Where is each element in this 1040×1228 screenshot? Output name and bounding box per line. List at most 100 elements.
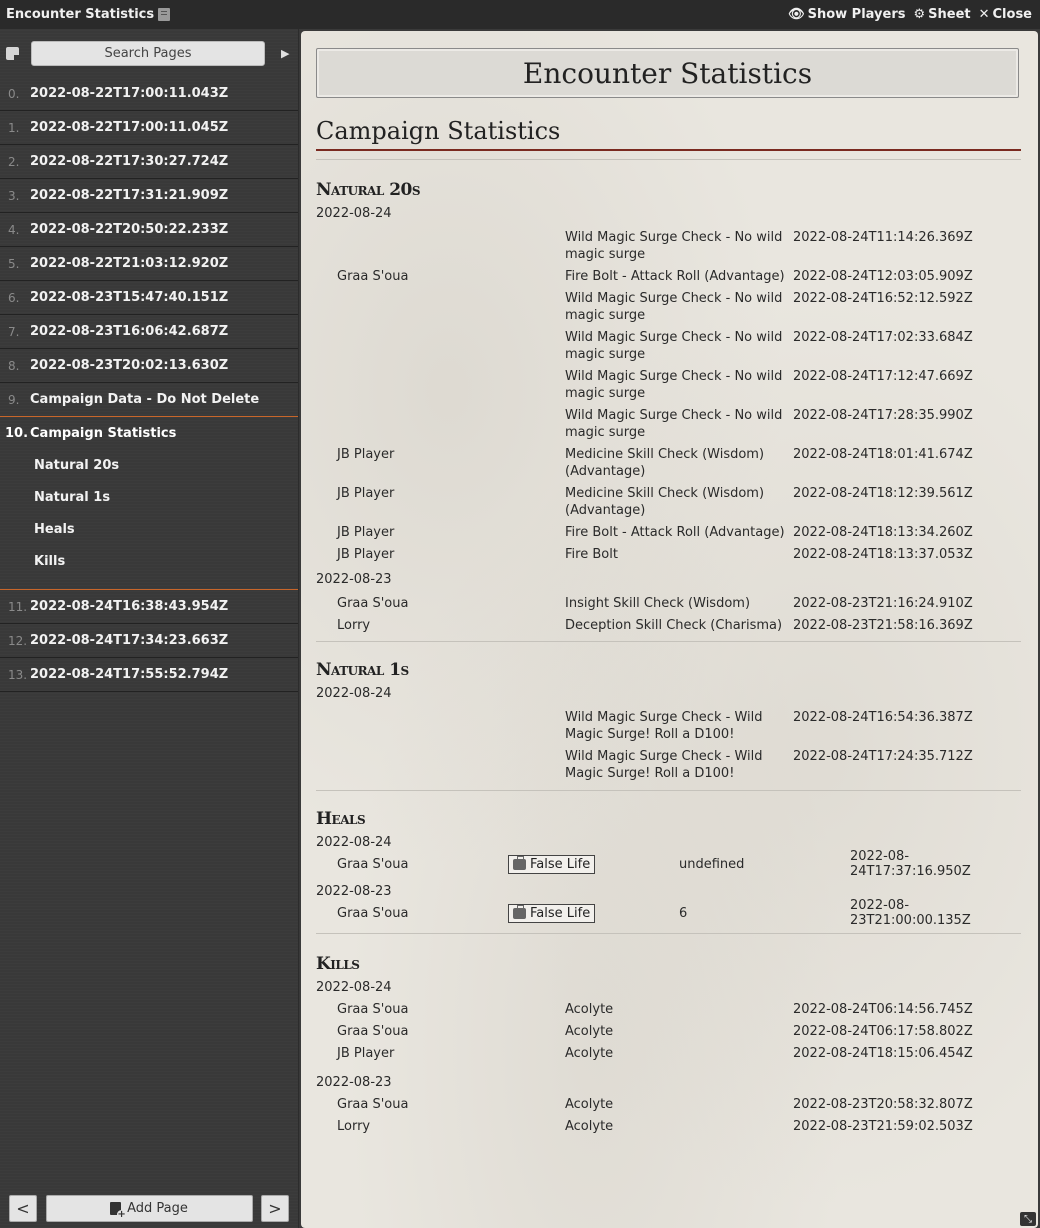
page-label: 2022-08-22T21:03:12.920Z (30, 256, 229, 271)
page-index: 1. (8, 120, 20, 135)
date-label: 2022-08-24 (316, 206, 392, 221)
date-label: 2022-08-23 (316, 572, 392, 587)
next-page-button[interactable]: > (261, 1194, 289, 1222)
timestamp: 2022-08-24T12:03:05.909Z (793, 269, 973, 284)
roll-description: Acolyte (565, 1046, 614, 1061)
page-list-item[interactable]: 11. 2022-08-24T16:38:43.954Z (0, 590, 298, 624)
roll-description: Acolyte (565, 1119, 614, 1134)
timestamp: 2022-08-24T16:54:36.387Z (793, 710, 973, 725)
spell-link[interactable]: False Life (508, 854, 596, 874)
heal-row: Graa S'oua False Life undefined 2022-08-24T… (316, 849, 1021, 879)
page-list-item[interactable]: 7. 2022-08-23T16:06:42.687Z (0, 315, 298, 349)
page-list-item[interactable]: 3. 2022-08-22T17:31:21.909Z (0, 179, 298, 213)
page-list-item[interactable]: 0. 2022-08-22T17:00:11.043Z (0, 77, 298, 111)
gear-icon: ⚙ (913, 7, 926, 22)
timestamp: 2022-08-24T17:12:47.669Z (793, 369, 973, 384)
timestamp: 2022-08-24T18:15:06.454Z (793, 1046, 973, 1061)
page-list-item[interactable]: 2. 2022-08-22T17:30:27.724Z (0, 145, 298, 179)
document-paper[interactable]: Encounter Statistics Campaign Statistics… (301, 31, 1038, 1228)
sheet-label: Sheet (928, 7, 971, 22)
page-list-item[interactable]: 5. 2022-08-22T21:03:12.920Z (0, 247, 298, 281)
page-label: 2022-08-23T20:02:13.630Z (30, 358, 229, 373)
roll-description: Wild Magic Surge Check - No wild magic s… (565, 230, 783, 262)
spell-link[interactable]: False Life (508, 903, 596, 923)
section-heading: Heals (316, 809, 366, 829)
file-plus-icon (110, 1201, 127, 1219)
search-input[interactable] (31, 40, 265, 66)
sidebar-footer: < Add Page > (0, 1188, 298, 1228)
page-list-item[interactable]: 12. 2022-08-24T17:34:23.663Z (0, 624, 298, 658)
prev-page-button[interactable]: < (9, 1194, 37, 1222)
eye-icon: 👁 (788, 7, 805, 22)
character-name: Graa S'oua (337, 905, 409, 921)
roll-description: Wild Magic Surge Check - Wild Magic Surg… (565, 749, 763, 781)
page-label: 2022-08-24T17:55:52.794Z (30, 667, 229, 682)
stat-row: Wild Magic Surge Check - No wild magic s… (316, 368, 1021, 402)
section-link[interactable]: Heals (0, 513, 298, 545)
page-list-item[interactable]: 1. 2022-08-22T17:00:11.045Z (0, 111, 298, 145)
roll-description: Deception Skill Check (Charisma) (565, 618, 783, 633)
page-index: 2. (8, 154, 20, 169)
page-list-item[interactable]: 13. 2022-08-24T17:55:52.794Z (0, 658, 298, 692)
timestamp: 2022-08-24T06:17:58.802Z (793, 1024, 973, 1039)
statistics-content: Natural 20s 2022-08-24 Wild Magic Surge Ch… (316, 159, 1021, 1140)
add-page-button[interactable]: Add Page (45, 1194, 253, 1222)
roll-description: Fire Bolt - Attack Roll (Advantage) (565, 525, 785, 540)
section-links: Natural 20s Natural 1s Heals Kills (0, 449, 298, 577)
roll-description: Wild Magic Surge Check - No wild magic s… (565, 291, 783, 323)
stat-row: Wild Magic Surge Check - Wild Magic Surg… (316, 748, 1021, 782)
resize-handle-icon[interactable]: ⤡ (1020, 1212, 1036, 1226)
timestamp: 2022-08-24T17:37:16.950Z (850, 849, 971, 879)
page-label: Campaign Statistics (30, 425, 177, 441)
active-page-heading[interactable]: 10. Campaign Statistics (0, 417, 298, 449)
heal-amount: 6 (679, 905, 688, 921)
page-list-item[interactable]: 8. 2022-08-23T20:02:13.630Z (0, 349, 298, 383)
page-label: 2022-08-24T17:34:23.663Z (30, 633, 229, 648)
note-icon[interactable] (6, 46, 19, 60)
timestamp: 2022-08-24T16:52:12.592Z (793, 291, 973, 306)
close-button[interactable]: ✕ Close (979, 7, 1032, 22)
character-name (316, 290, 565, 324)
show-players-label: Show Players (807, 7, 906, 22)
timestamp: 2022-08-23T21:59:02.503Z (793, 1119, 973, 1134)
timestamp: 2022-08-24T17:02:33.684Z (793, 330, 973, 345)
title-actions: 👁 Show Players ⚙ Sheet ✕ Close (788, 7, 1032, 22)
character-name: JB Player (337, 547, 395, 562)
section-link[interactable]: Natural 20s (0, 449, 298, 481)
roll-description: Wild Magic Surge Check - No wild magic s… (565, 408, 783, 440)
character-name (316, 407, 565, 441)
character-name: Graa S'oua (337, 1097, 409, 1112)
document-title: Encounter Statistics (316, 48, 1019, 98)
page-list-after: 11. 2022-08-24T16:38:43.954Z 12. 2022-08-24… (0, 590, 298, 692)
page-index: 0. (8, 86, 20, 101)
section-link[interactable]: Natural 1s (0, 481, 298, 513)
page-label: Campaign Data - Do Not Delete (30, 392, 260, 407)
stat-row: Wild Magic Surge Check - No wild magic s… (316, 290, 1021, 324)
character-name: Lorry (337, 1119, 371, 1134)
character-name (316, 229, 565, 263)
page-index: 5. (8, 256, 20, 271)
stat-row: JB Player Fire Bolt 2022-08-24T18:13:37.05… (316, 546, 1021, 563)
spell-name: False Life (530, 856, 591, 872)
show-players-button[interactable]: 👁 Show Players (788, 7, 905, 22)
page-list: 0. 2022-08-22T17:00:11.043Z 1. 2022-08-22T1… (0, 77, 298, 417)
date-label: 2022-08-24 (316, 835, 392, 850)
expand-arrow-icon[interactable]: ▶ (281, 47, 289, 60)
timestamp: 2022-08-23T21:16:24.910Z (793, 596, 973, 611)
page-label: 2022-08-22T17:31:21.909Z (30, 188, 229, 203)
timestamp: 2022-08-24T17:28:35.990Z (793, 408, 973, 423)
page-index: 6. (8, 290, 20, 305)
page-list-item[interactable]: 4. 2022-08-22T20:50:22.233Z (0, 213, 298, 247)
page-list-item[interactable]: 6. 2022-08-23T15:47:40.151Z (0, 281, 298, 315)
roll-description: Fire Bolt (565, 547, 618, 562)
roll-description: Medicine Skill Check (Wisdom) (Advantage… (565, 486, 765, 518)
section-link[interactable]: Kills (0, 545, 298, 577)
spell-cell: False Life (508, 854, 679, 874)
character-name (316, 368, 565, 402)
add-page-label: Add Page (127, 1200, 188, 1216)
stat-row: Graa S'oua Insight Skill Check (Wisdom) 20… (316, 595, 1021, 612)
page-list-item[interactable]: 9. Campaign Data - Do Not Delete (0, 383, 298, 417)
page-label: 2022-08-22T20:50:22.233Z (30, 222, 229, 237)
sheet-button[interactable]: ⚙ Sheet (913, 7, 970, 22)
page-index: 4. (8, 222, 20, 237)
